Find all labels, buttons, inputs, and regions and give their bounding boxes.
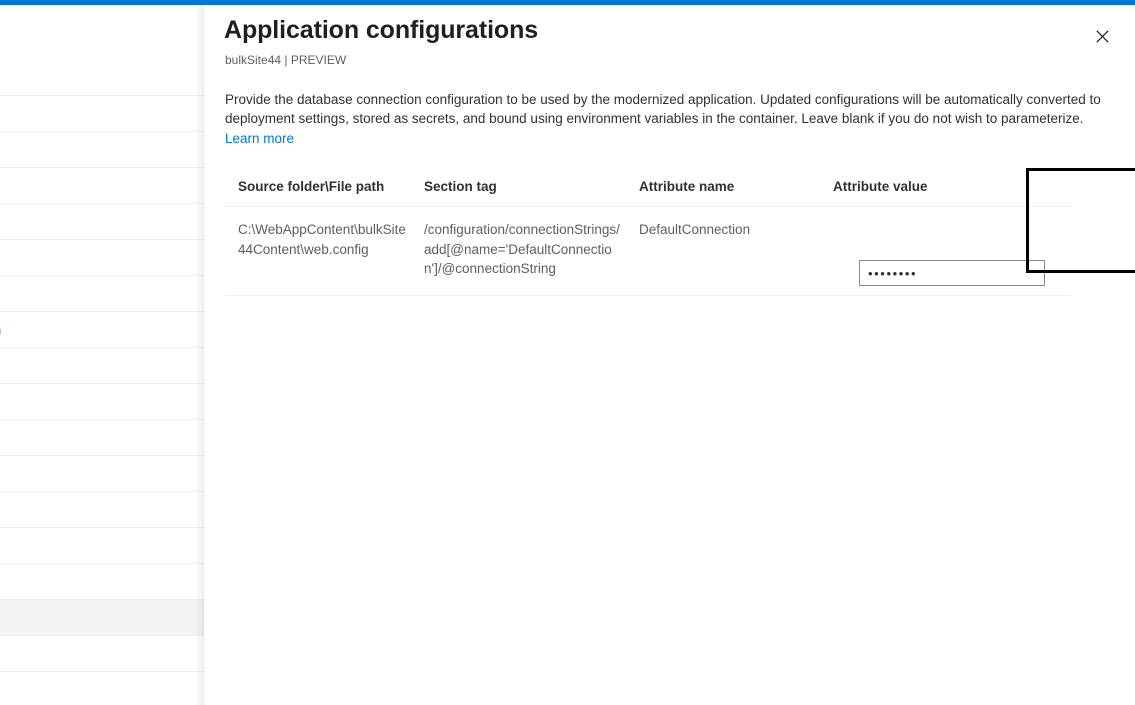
learn-more-link[interactable]: Learn more <box>225 131 294 146</box>
blade-description: Provide the database connection configur… <box>225 90 1113 148</box>
info-icon[interactable]: i <box>0 323 2 339</box>
close-icon <box>1095 29 1109 43</box>
background-table-row <box>0 240 210 276</box>
background-table-row <box>0 204 210 240</box>
table-header-row: Source folder\File path Section tag Attr… <box>225 165 1071 207</box>
column-header-attribute-value: Attribute value <box>833 179 928 194</box>
background-table-row <box>0 132 210 168</box>
background-table-row <box>0 456 210 492</box>
table-row: C:\WebAppContent\bulkSite44Content\web.c… <box>225 207 1071 296</box>
column-header-attribute-name: Attribute name <box>639 179 735 194</box>
background-table-row <box>0 672 210 705</box>
background-table-row <box>0 564 210 600</box>
background-table-row <box>0 528 210 564</box>
column-header-section-tag: Section tag <box>424 179 497 194</box>
cell-attribute-name: DefaultConnection <box>639 222 751 237</box>
cell-source-path: C:\WebAppContent\bulkSite44Content\web.c… <box>238 222 406 257</box>
application-configurations-table: Source folder\File path Section tag Attr… <box>225 165 1071 296</box>
cell-section-tag: /configuration/connectionStrings/add[@na… <box>424 222 620 276</box>
background-table-row <box>0 60 210 96</box>
background-table-row <box>0 600 210 636</box>
blade-subtitle: bulkSite44 | PREVIEW <box>225 53 347 67</box>
background-table-row <box>0 492 210 528</box>
blade-header: Application configurations bulkSite44 | … <box>204 5 1135 75</box>
background-table-row <box>0 348 210 384</box>
close-button[interactable] <box>1088 22 1116 50</box>
background-table-row <box>0 384 210 420</box>
column-header-source-path: Source folder\File path <box>238 179 385 194</box>
attribute-value-input[interactable] <box>859 260 1045 286</box>
background-table-row <box>0 96 210 132</box>
background-column-header: pe i <box>0 321 86 341</box>
application-configurations-blade: Application configurations bulkSite44 | … <box>204 5 1135 705</box>
top-accent-bar <box>0 0 1135 5</box>
background-table-row <box>0 168 210 204</box>
background-table-row <box>0 636 210 672</box>
background-table-row <box>0 420 210 456</box>
background-table-row <box>0 276 210 312</box>
page-title: Application configurations <box>224 16 539 44</box>
background-page: pe i <box>0 5 210 705</box>
description-text: Provide the database connection configur… <box>225 92 1101 127</box>
